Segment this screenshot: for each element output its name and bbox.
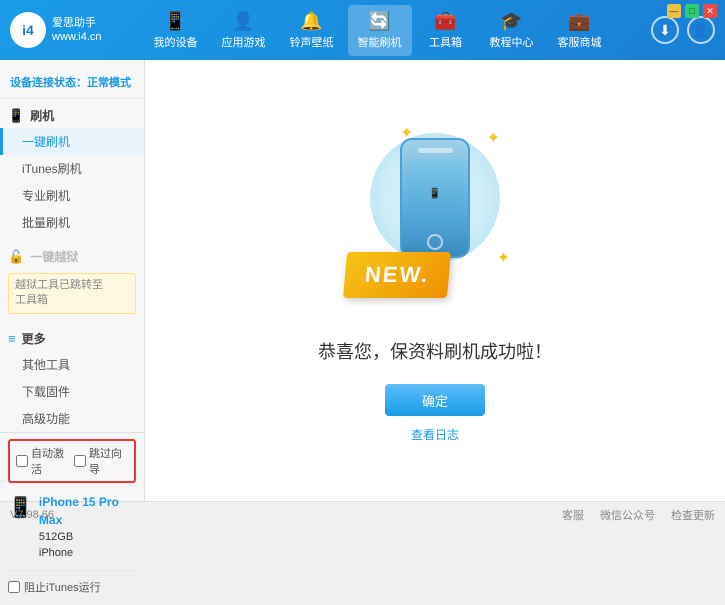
flash-section-header[interactable]: 📱 刷机 [0,103,144,128]
tab-tutorial[interactable]: 🎓 教程中心 [480,5,544,56]
service-icon: 💼 [568,11,590,32]
nav-tabs: 📱 我的设备 👤 应用游戏 🔔 铃声壁纸 🔄 智能刷机 🧰 工具箱 🎓 教程中心… [120,5,635,56]
logo-icon: i4 [10,12,46,48]
skip-guide-check[interactable]: 跳过向导 [74,445,128,477]
smart-flash-icon: 🔄 [368,11,390,32]
sidebar-item-download-firmware[interactable]: 下载固件 [0,378,144,405]
auto-options-row: 自动激活 跳过向导 [8,439,136,483]
footer-links: 客服 微信公众号 检查更新 [562,507,715,523]
header: i4 爱思助手 www.i4.cn 📱 我的设备 👤 应用游戏 🔔 铃声壁纸 🔄… [0,0,725,60]
skip-guide-checkbox[interactable] [74,455,86,467]
footer-version: V7.98.66 [10,509,562,521]
new-badge: NEW. [343,252,451,298]
my-device-icon: 📱 [164,11,186,32]
logo: i4 爱思助手 www.i4.cn [10,12,120,48]
content-area: 设备连接状态：正常模式 📱 刷机 一键刷机 iTunes刷机 专业刷机 批量刷机… [0,60,725,501]
footer-link-wechat[interactable]: 微信公众号 [600,507,655,523]
sidebar: 设备连接状态：正常模式 📱 刷机 一键刷机 iTunes刷机 专业刷机 批量刷机… [0,60,145,501]
tab-toolbox[interactable]: 🧰 工具箱 [416,5,476,56]
itunes-row: 阻止iTunes运行 [8,575,136,599]
tab-service[interactable]: 💼 客服商城 [548,5,612,56]
itunes-label: 阻止iTunes运行 [24,579,101,595]
jailbreak-section-header: 🔓 一键越狱 [0,244,144,269]
connection-status: 设备连接状态：正常模式 [0,68,144,99]
sidebar-item-pro-flash[interactable]: 专业刷机 [0,182,144,209]
sidebar-item-batch-flash[interactable]: 批量刷机 [0,209,144,236]
tutorial-icon: 🎓 [500,11,522,32]
tab-apps-games[interactable]: 👤 应用游戏 [212,5,276,56]
tab-smart-flash[interactable]: 🔄 智能刷机 [348,5,412,56]
main-content: ✦ ✦ ✦ 📱 NEW. 恭喜您，保资料刷机成功啦！ 确定 查看日志 [145,60,725,501]
success-message: 恭喜您，保资料刷机成功啦！ [318,338,552,364]
itunes-checkbox[interactable] [8,581,20,593]
tab-my-device[interactable]: 📱 我的设备 [144,5,208,56]
jailbreak-notice: 越狱工具已跳转至工具箱 [8,273,136,314]
logo-text: 爱思助手 www.i4.cn [52,16,102,45]
sidebar-item-other-tools[interactable]: 其他工具 [0,351,144,378]
sidebar-item-itunes-flash[interactable]: iTunes刷机 [0,155,144,182]
footer-link-update[interactable]: 检查更新 [671,507,715,523]
sidebar-item-advanced[interactable]: 高级功能 [0,405,144,432]
apps-icon: 👤 [232,11,254,32]
device-info: 📱 iPhone 15 Pro Max 512GB iPhone [8,489,136,566]
sparkle-3: ✦ [497,248,510,268]
header-right: ⬇ 👤 [635,16,715,44]
toolbox-icon: 🧰 [434,11,456,32]
auto-activate-check[interactable]: 自动激活 [16,445,70,477]
sparkle-2: ✦ [487,128,500,148]
ringtones-icon: 🔔 [300,11,322,32]
device-details: iPhone 15 Pro Max 512GB iPhone [39,493,136,562]
log-link[interactable]: 查看日志 [411,426,459,443]
more-icon: ≡ [8,331,16,346]
user-button[interactable]: 👤 [687,16,715,44]
close-button[interactable]: ✕ [703,4,717,18]
more-section-header[interactable]: ≡ 更多 [0,326,144,351]
confirm-button[interactable]: 确定 [385,384,485,416]
tab-ringtones[interactable]: 🔔 铃声壁纸 [280,5,344,56]
jailbreak-icon: 🔓 [8,249,24,265]
sidebar-item-one-key-flash[interactable]: 一键刷机 [0,128,144,155]
flash-section-icon: 📱 [8,108,24,124]
download-button[interactable]: ⬇ [651,16,679,44]
maximize-button[interactable]: □ [685,4,699,18]
auto-activate-checkbox[interactable] [16,455,28,467]
footer-link-support[interactable]: 客服 [562,507,584,523]
success-graphic: ✦ ✦ ✦ 📱 NEW. [345,118,525,318]
minimize-button[interactable]: — [667,4,681,18]
